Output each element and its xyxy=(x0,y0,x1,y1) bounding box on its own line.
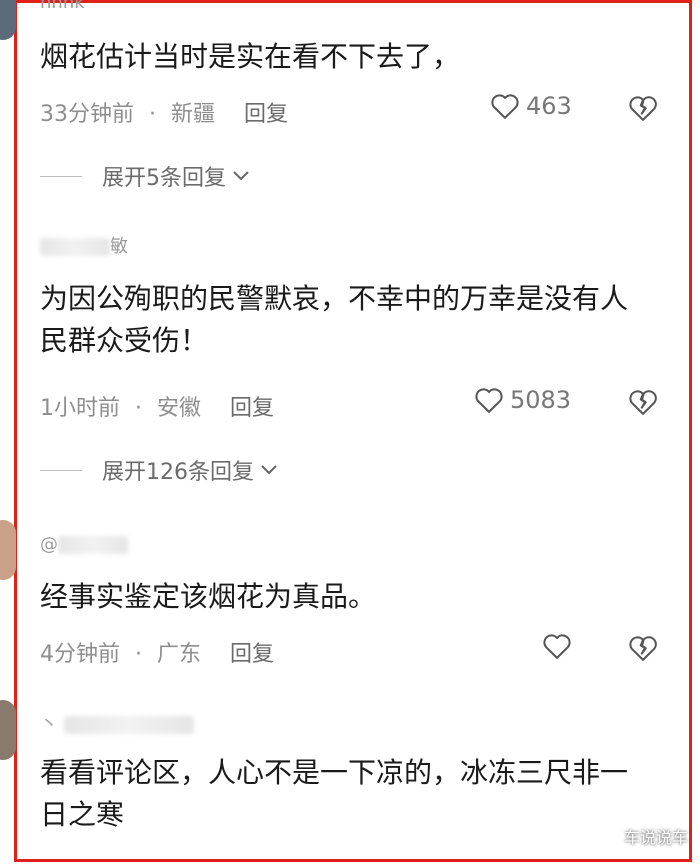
username-text: 敏 xyxy=(110,236,128,257)
reply-button[interactable]: 回复 xyxy=(230,642,274,667)
meta-separator: · xyxy=(135,396,142,421)
expand-label: 展开5条回复 xyxy=(102,166,226,191)
dislike-button[interactable] xyxy=(628,94,658,122)
comment-text: 经事实鉴定该烟花为真品。 xyxy=(40,580,377,613)
comment-time: 4分钟前 xyxy=(40,642,120,667)
broken-heart-icon xyxy=(628,634,658,662)
dislike-button[interactable] xyxy=(628,388,658,416)
username-blur xyxy=(58,536,128,554)
comment-text: 为因公殉职的民警默哀，不幸中的万幸是没有人民群众受伤！ xyxy=(40,282,629,357)
comment-username[interactable]: hhhk xyxy=(40,0,85,13)
expand-replies-button[interactable]: 展开5条回复 xyxy=(40,160,250,192)
username-text: @ xyxy=(40,534,58,555)
chevron-down-icon xyxy=(260,464,278,476)
like-count: 463 xyxy=(526,92,572,120)
comment-location: 安徽 xyxy=(157,396,202,421)
like-count: 5083 xyxy=(510,386,572,414)
heart-outline-icon xyxy=(490,92,520,120)
comment-location: 广东 xyxy=(157,642,202,667)
like-button[interactable]: 5083 xyxy=(474,386,571,414)
username-text: hhhk xyxy=(40,0,85,13)
broken-heart-icon xyxy=(628,94,658,122)
comment-location: 新疆 xyxy=(171,102,216,127)
chevron-down-icon xyxy=(232,170,250,182)
reply-button[interactable]: 回复 xyxy=(244,102,288,127)
avatar[interactable] xyxy=(0,520,16,580)
reply-button[interactable]: 回复 xyxy=(230,396,274,421)
heart-outline-icon xyxy=(474,386,504,414)
expand-replies-button[interactable]: 展开126条回复 xyxy=(40,454,278,486)
dislike-button[interactable] xyxy=(628,634,658,662)
username-text: 丶 xyxy=(40,714,58,735)
divider-line xyxy=(40,175,82,177)
expand-label: 展开126条回复 xyxy=(102,460,254,485)
meta-separator: · xyxy=(135,642,142,667)
heart-outline-icon xyxy=(542,632,572,660)
comment-meta: 1小时前 · 安徽 回复 xyxy=(40,390,274,422)
comment-meta: 4分钟前 · 广东 回复 xyxy=(40,636,274,668)
broken-heart-icon xyxy=(628,388,658,416)
comment-time: 1小时前 xyxy=(40,396,120,421)
watermark: 车说说车 xyxy=(623,828,688,847)
avatar[interactable] xyxy=(0,700,16,760)
avatar[interactable] xyxy=(0,0,16,40)
comment-username[interactable]: 敏 xyxy=(40,232,128,258)
username-blur xyxy=(64,716,194,734)
divider-line xyxy=(40,469,82,471)
comment-meta: 33分钟前 · 新疆 回复 xyxy=(40,96,288,128)
meta-separator: · xyxy=(149,102,156,127)
comment-username[interactable]: 丶 xyxy=(40,710,194,736)
comment-text: 看看评论区，人心不是一下凉的，冰冻三尺非一日之寒 xyxy=(40,756,629,831)
like-button[interactable]: 463 xyxy=(490,92,572,120)
like-button[interactable] xyxy=(542,632,578,660)
comment-time: 33分钟前 xyxy=(40,102,134,127)
comment-text: 烟花估计当时是实在看不下去了， xyxy=(40,40,461,73)
comment-username[interactable]: @ xyxy=(40,534,128,555)
username-blur xyxy=(40,238,110,256)
